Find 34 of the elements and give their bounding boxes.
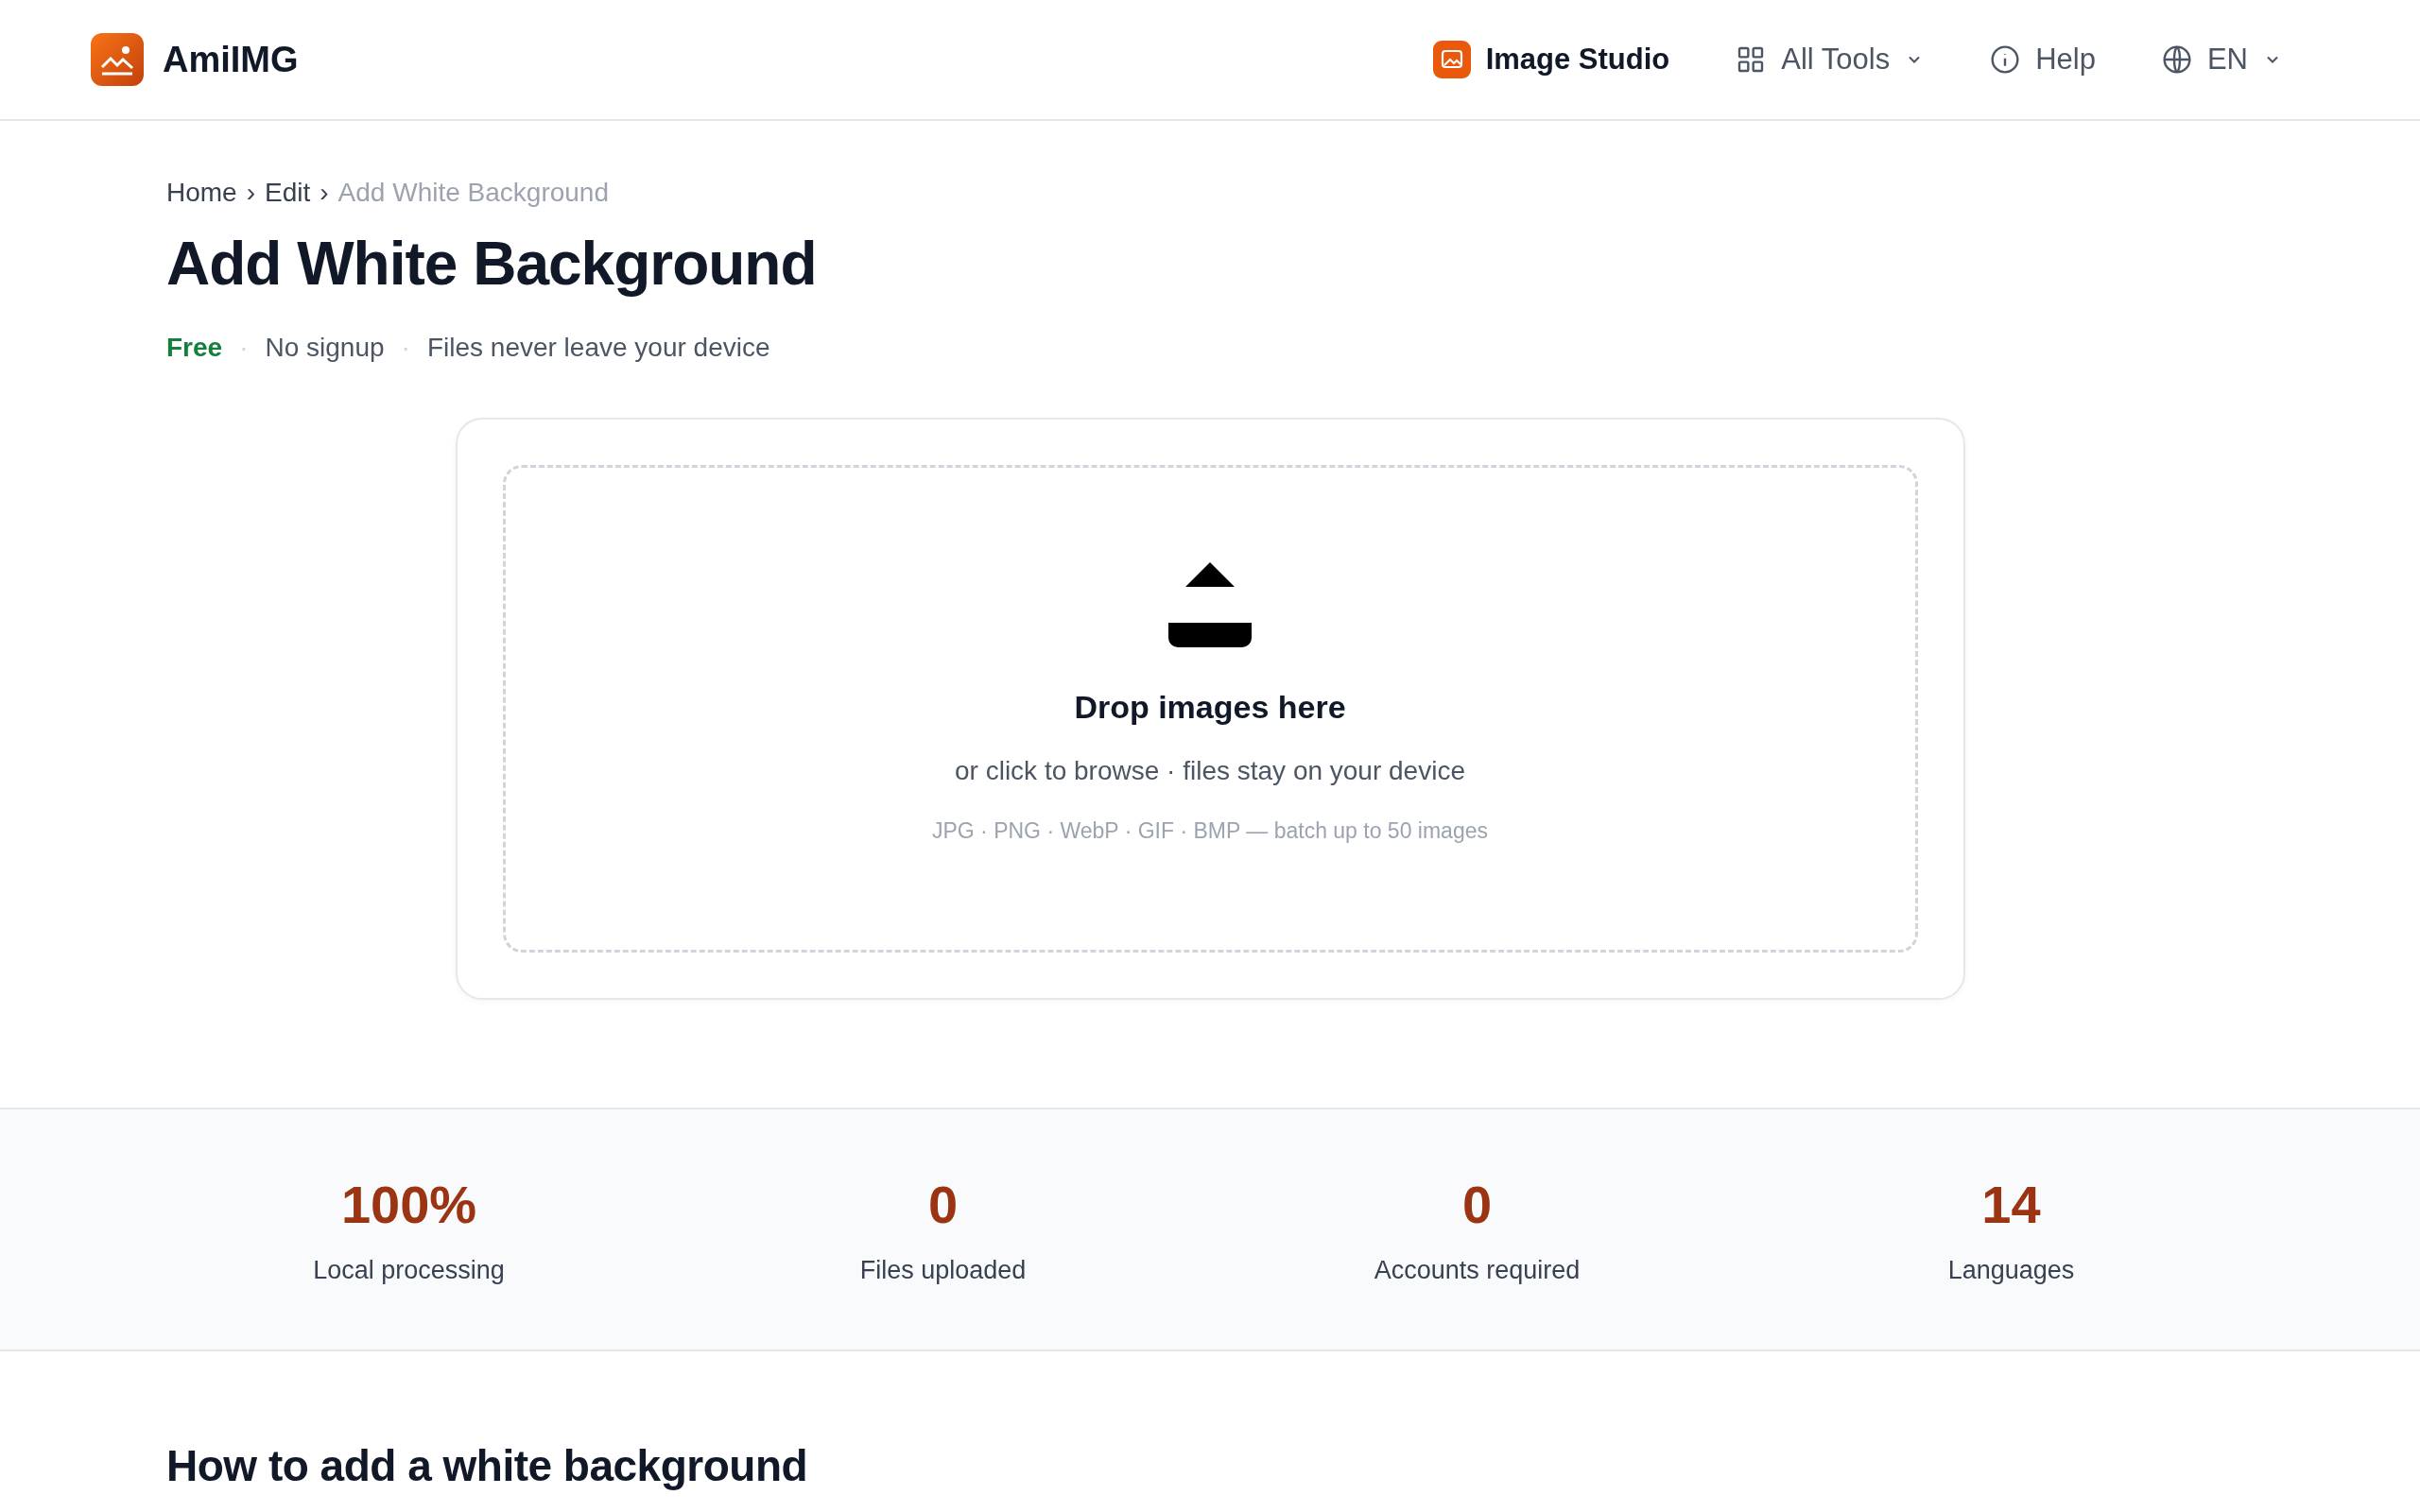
stat-value: 0: [1461, 1174, 1493, 1235]
breadcrumb-link[interactable]: Home: [166, 178, 237, 208]
drop-subtitle: or click to browse · files stay on your device: [955, 756, 1465, 786]
globe-icon: [2161, 44, 2192, 75]
nav-link[interactable]: All Tools: [1736, 43, 1925, 77]
nav-link[interactable]: EN: [2161, 43, 2282, 77]
stat-label: Languages: [1947, 1256, 2075, 1285]
separator-dot: ·: [401, 333, 410, 363]
brand-name: AmiIMG: [163, 39, 299, 80]
stat-value: 0: [927, 1174, 959, 1235]
section-heading: How to add a white background: [166, 1442, 809, 1490]
feature-label: Files never leave your device: [426, 333, 770, 363]
stat-label: Accounts required: [1374, 1256, 1581, 1285]
separator-dot: ·: [239, 333, 249, 363]
supported-formats: JPG · PNG · WebP · GIF · BMP — batch up to 50 images: [932, 818, 1488, 844]
feature-label: Free: [166, 333, 223, 363]
breadcrumb-link[interactable]: Edit: [265, 178, 311, 208]
stat-value: 100%: [340, 1174, 477, 1235]
page-title: Add White Background: [166, 229, 818, 299]
image-icon: [1432, 41, 1471, 78]
feature-label: No signup: [265, 333, 385, 363]
breadcrumb-separator: ›: [320, 178, 329, 208]
stat-label: Local processing: [313, 1256, 505, 1285]
stat-value: 14: [1981, 1174, 2041, 1235]
current-page-label: Add White Background: [337, 178, 609, 208]
nav-link[interactable]: Help: [1990, 43, 2096, 77]
info-icon: [1990, 44, 2021, 75]
logo-icon: [91, 33, 144, 86]
stat-label: Files uploaded: [859, 1256, 1027, 1285]
nav-link[interactable]: Image Studio: [1432, 41, 1670, 78]
breadcrumb-separator: ›: [246, 178, 256, 208]
upload-icon: [1168, 562, 1252, 647]
drop-zone[interactable]: Drop images here or click to browse · files stay on your device JPG · PNG · WebP · GIF · BMP — batch up to 50 images: [502, 465, 1918, 953]
drop-title: Drop images here: [1074, 689, 1346, 726]
